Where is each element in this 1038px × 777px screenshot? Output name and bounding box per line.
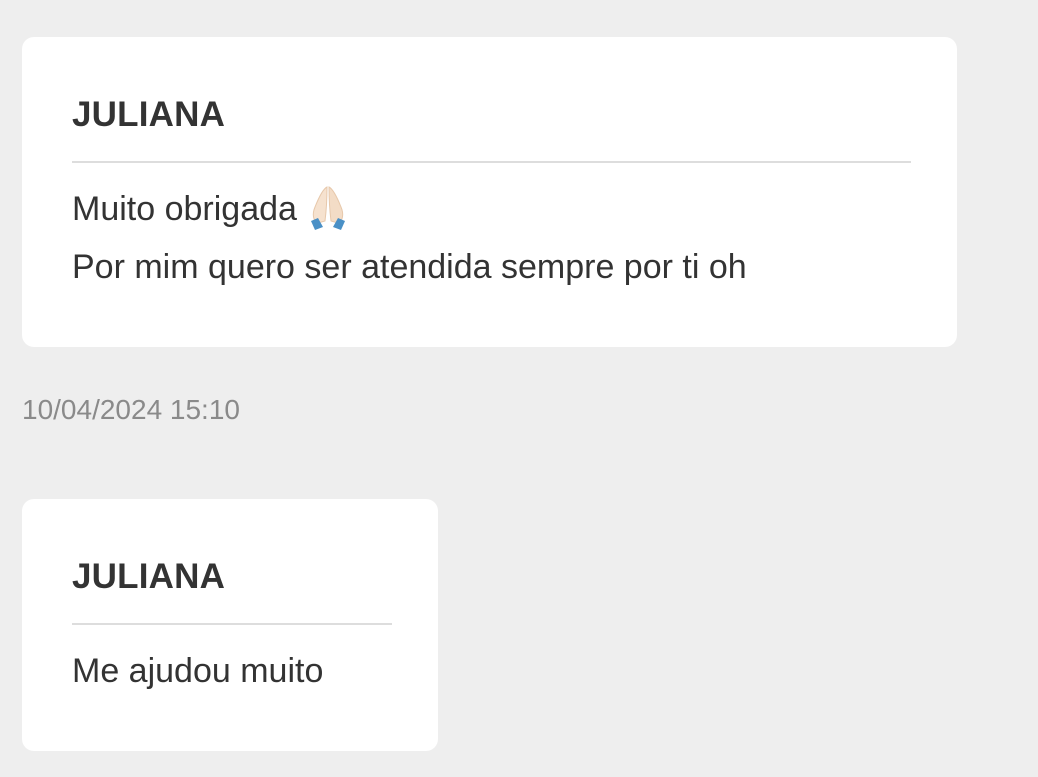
message-sender: JULIANA xyxy=(72,557,226,596)
message-body: Muito obrigada Por mim quero ser atendid… xyxy=(72,180,911,296)
folded-hands-icon xyxy=(310,186,345,231)
message-line: Me ajudou muito xyxy=(72,652,324,690)
message-bubble[interactable]: JULIANA Muito obrigada Por mim quero ser… xyxy=(22,37,957,347)
message-line: Por mim quero ser atendida sempre por ti… xyxy=(72,248,747,286)
message-bubble[interactable]: JULIANA Me ajudou muito xyxy=(22,499,438,751)
message-divider xyxy=(72,161,911,163)
chat-thread: JULIANA Muito obrigada Por mim quero ser… xyxy=(0,0,1038,777)
message-divider xyxy=(72,623,392,625)
message-line: Muito obrigada xyxy=(72,180,911,238)
message-sender: JULIANA xyxy=(72,95,226,134)
message-line-text: Muito obrigada xyxy=(72,190,297,228)
message-body: Me ajudou muito xyxy=(72,642,392,700)
message-timestamp: 10/04/2024 15:10 xyxy=(22,394,240,425)
